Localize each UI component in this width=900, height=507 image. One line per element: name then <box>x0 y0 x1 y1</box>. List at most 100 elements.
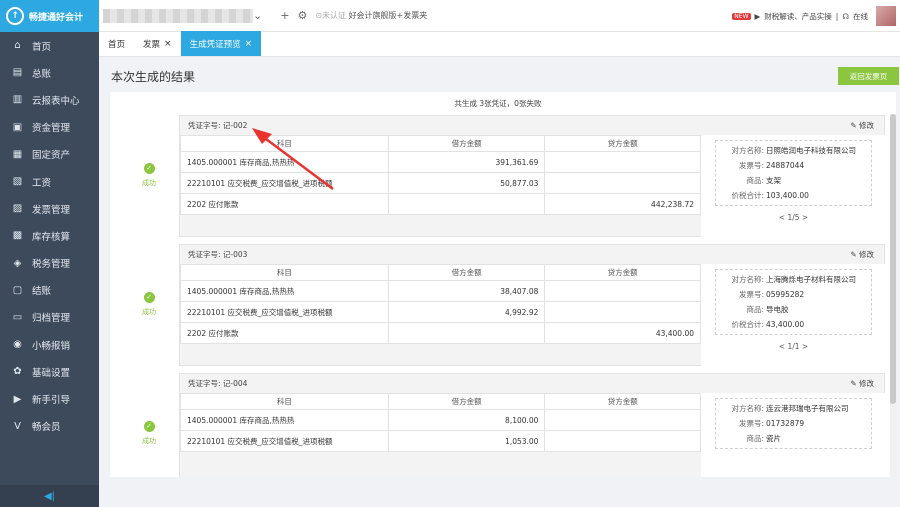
credit-cell <box>544 172 701 194</box>
sidebar-item-label: 税务管理 <box>32 259 71 271</box>
edit-icon: ✎ <box>850 250 857 259</box>
avatar[interactable] <box>876 6 896 26</box>
goods-value: 导电胶 <box>766 305 789 314</box>
invoice-info: 对方名称: 日照皓润电子科技有限公司 发票号: 24887044 商品: 支架 价税合… <box>701 135 886 237</box>
tab-bar: 首页 发票 × 生成凭证预览 × <box>99 31 900 57</box>
sidebar-item-chart[interactable]: ▥ 云报表中心 <box>0 86 99 113</box>
cert-prefix: 未认证 <box>322 11 347 20</box>
sidebar-item-label: 畅会员 <box>32 422 61 434</box>
debit-header: 借方金额 <box>387 264 546 281</box>
vip-icon: V <box>14 420 21 432</box>
debit-cell <box>387 322 546 344</box>
sidebar-item-archive[interactable]: ▭ 归档管理 <box>0 304 99 331</box>
title-bar: 本次生成的结果 返回发票页 <box>99 57 900 92</box>
add-icon[interactable]: + <box>280 9 289 22</box>
return-button[interactable]: 返回发票页 <box>838 67 899 85</box>
sidebar-item-asset[interactable]: ▦ 固定资产 <box>0 141 99 168</box>
voucher-card: 凭证字号: 记-002 ✎ 修改 科目 借方金额 贷方金额 1405.00000… <box>179 115 886 237</box>
logo-text: 畅捷通好会计 <box>29 12 84 23</box>
reimburse-icon: ◉ <box>13 339 22 351</box>
status-indicator: ✓ 成功 <box>136 163 162 188</box>
sidebar-item-checkout[interactable]: ▢ 结账 <box>0 277 99 304</box>
table-row: 2202 应付账款 442,238.72 <box>180 193 701 215</box>
total-value: 43,400.00 <box>766 320 805 329</box>
voucher-header: 凭证字号: 记-002 ✎ 修改 <box>180 116 884 135</box>
invoice-no-label: 发票号: <box>738 161 764 170</box>
chevron-down-icon[interactable]: ⌄ <box>253 9 262 22</box>
sidebar-item-inventory[interactable]: ▩ 库存核算 <box>0 222 99 249</box>
separator: | <box>835 11 839 21</box>
sidebar-item-guide[interactable]: ▶ 新手引导 <box>0 385 99 412</box>
page-title: 本次生成的结果 <box>111 70 196 84</box>
sidebar-item-home[interactable]: ⌂ 首页 <box>0 32 99 59</box>
asset-icon: ▦ <box>12 148 23 160</box>
debit-cell: 38,407.08 <box>387 280 546 302</box>
tab-label: 首页 <box>108 39 126 50</box>
party-row: 对方名称: 上海腾烁电子材料有限公司 <box>720 272 867 287</box>
subject-header: 科目 <box>180 264 389 281</box>
online-service[interactable]: 在线 <box>853 11 868 22</box>
company-selector[interactable] <box>103 8 253 23</box>
sidebar-item-tax[interactable]: ◈ 税务管理 <box>0 250 99 277</box>
checkout-icon: ▢ <box>12 284 23 296</box>
sidebar-item-settings[interactable]: ✿ 基础设置 <box>0 358 99 385</box>
goods-label: 商品: <box>746 434 764 443</box>
sidebar-item-salary[interactable]: ▧ 工资 <box>0 168 99 195</box>
invoice-pager[interactable]: < 1/1 > <box>701 342 886 351</box>
credit-cell <box>544 409 701 431</box>
sidebar-item-label: 固定资产 <box>32 150 71 162</box>
sidebar-item-reimburse[interactable]: ◉ 小畅报销 <box>0 331 99 358</box>
edit-label: 修改 <box>859 379 874 388</box>
app-logo[interactable]: ↑ 畅捷通好会计 <box>0 0 99 32</box>
debit-cell <box>387 193 546 215</box>
top-bar: ⌄ + ⚙ ⊙未认证 好会计旗舰版+发票夹 NEW ▶ 财税解读、产品实操 | … <box>99 0 900 32</box>
sidebar-nav: ⌂ 首页 ▤ 总账 ▥ 云报表中心 ▣ 资金管理 ▦ 固定资产 ▧ 工资 ▨ 发票管理 ▩ 库存核算 ◈ 税务管理… <box>0 32 99 440</box>
close-icon[interactable]: × <box>245 39 253 49</box>
gear-icon[interactable]: ⚙ <box>297 9 307 22</box>
sidebar-item-ledger[interactable]: ▤ 总账 <box>0 59 99 86</box>
edit-button[interactable]: ✎ 修改 <box>850 249 874 260</box>
voucher-number: 凭证字号: 记-003 <box>188 250 248 259</box>
debit-cell: 4,992.92 <box>387 301 546 323</box>
scrollbar-thumb[interactable] <box>890 114 896 404</box>
sidebar-item-wallet[interactable]: ▣ 资金管理 <box>0 114 99 141</box>
sidebar-item-label: 发票管理 <box>32 204 71 216</box>
table-row: 22210101 应交税费_应交增值税_进项税额 50,877.03 <box>180 172 701 194</box>
play-icon[interactable]: ▶ <box>755 12 761 21</box>
salary-icon: ▧ <box>12 176 23 188</box>
collapse-sidebar-icon[interactable]: ◀| <box>0 485 99 507</box>
voucher-number: 凭证字号: 记-002 <box>188 121 248 130</box>
goods-value: 瓷片 <box>766 434 781 443</box>
edit-button[interactable]: ✎ 修改 <box>850 378 874 389</box>
total-label: 价税合计: <box>731 320 764 329</box>
certification-status[interactable]: ⊙未认证 好会计旗舰版+发票夹 <box>315 10 427 21</box>
party-row: 对方名称: 日照皓润电子科技有限公司 <box>720 143 867 158</box>
edit-label: 修改 <box>859 121 874 130</box>
tutorial-links[interactable]: 财税解读、产品实操 <box>764 11 832 22</box>
subject-header: 科目 <box>180 393 389 410</box>
table-row: 2202 应付账款 43,400.00 <box>180 322 701 344</box>
invoice-no-value: 24887044 <box>766 161 805 170</box>
credit-cell: 43,400.00 <box>544 322 701 344</box>
scrollbar[interactable] <box>890 114 896 477</box>
sidebar-item-vip[interactable]: V 畅会员 <box>0 413 99 440</box>
check-circle-icon: ✓ <box>143 421 155 432</box>
tab-voucher-preview[interactable]: 生成凭证预览 × <box>180 31 262 56</box>
tab-home[interactable]: 首页 <box>99 31 134 56</box>
headset-icon[interactable]: ☊ <box>842 12 849 21</box>
party-label: 对方名称: <box>731 404 764 413</box>
status-indicator: ✓ 成功 <box>136 292 162 317</box>
new-badge: NEW <box>732 12 751 20</box>
status-label: 成功 <box>142 437 156 445</box>
tab-invoice[interactable]: 发票 × <box>134 31 181 56</box>
logo-icon: ↑ <box>6 7 24 25</box>
invoice-pager[interactable]: < 1/5 > <box>701 213 886 222</box>
total-row: 价税合计: 103,400.00 <box>720 188 867 203</box>
goods-label: 商品: <box>746 176 764 185</box>
credit-cell <box>544 301 701 323</box>
voucher-header: 凭证字号: 记-004 ✎ 修改 <box>180 374 884 393</box>
close-icon[interactable]: × <box>164 39 172 49</box>
sidebar-item-invoice[interactable]: ▨ 发票管理 <box>0 195 99 222</box>
edit-button[interactable]: ✎ 修改 <box>850 120 874 131</box>
total-value: 103,400.00 <box>766 191 809 200</box>
